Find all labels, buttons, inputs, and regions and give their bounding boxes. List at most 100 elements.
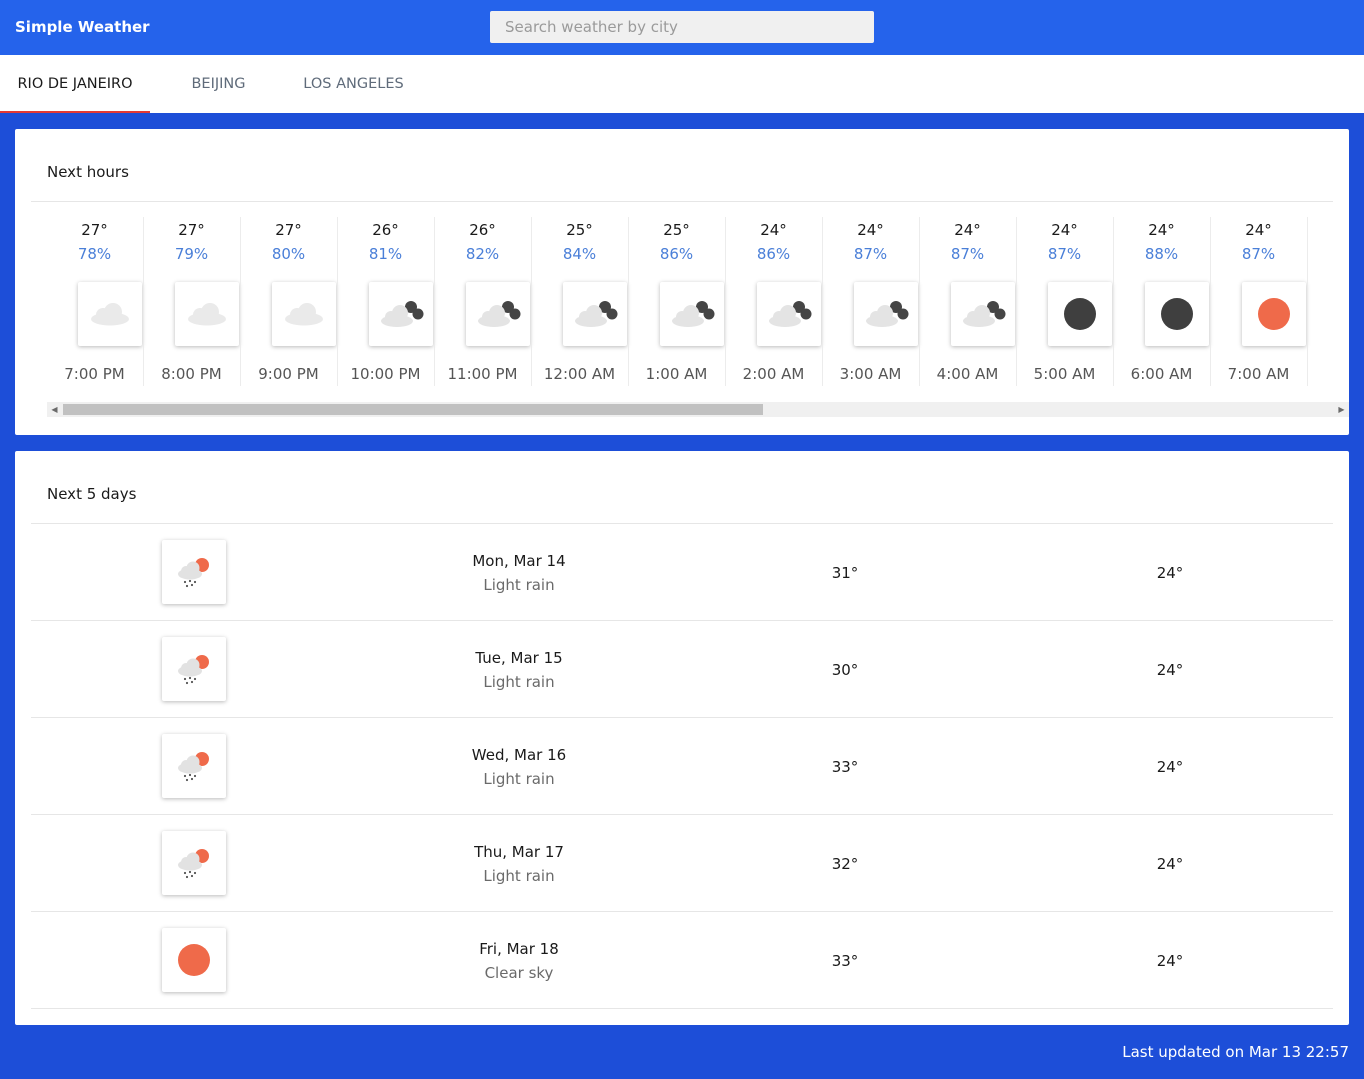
- rain-sun-icon: [178, 849, 209, 879]
- horizontal-scrollbar[interactable]: ◀ ▶: [47, 402, 1349, 417]
- hour-temperature: 24°: [1148, 221, 1175, 239]
- hour-item: 25° 84% 12:00 AM: [531, 217, 628, 397]
- hour-weather-icon-box: [1048, 282, 1112, 346]
- scrollbar-thumb[interactable]: [63, 404, 763, 415]
- daily-title: Next 5 days: [47, 485, 137, 503]
- cloudy-night-icon: [769, 301, 812, 327]
- day-max-temperature: 32°: [831, 855, 859, 873]
- hour-weather-icon-box: [272, 282, 336, 346]
- cloudy-night-icon: [866, 301, 909, 327]
- hour-separator: [143, 217, 144, 386]
- hour-time: 10:00 PM: [350, 365, 421, 383]
- hour-humidity: 86%: [659, 245, 694, 263]
- day-max-temperature: 30°: [831, 661, 859, 679]
- hour-weather-icon-box: [466, 282, 530, 346]
- hour-separator: [531, 217, 532, 386]
- day-date: Fri, Mar 18: [479, 940, 559, 958]
- cloudy-night-icon: [963, 301, 1006, 327]
- tab-beijing[interactable]: BEIJING: [150, 55, 287, 113]
- hour-time: 6:00 AM: [1130, 365, 1193, 383]
- hour-time: 8: [1307, 365, 1318, 383]
- hour-weather-icon-box: [1242, 282, 1306, 346]
- divider: [31, 201, 1333, 202]
- hour-temperature: 26°: [372, 221, 399, 239]
- day-min-temperature: 24°: [1156, 661, 1184, 679]
- app-title[interactable]: Simple Weather: [15, 0, 150, 55]
- hour-weather-icon-box: [563, 282, 627, 346]
- hour-time: 5:00 AM: [1033, 365, 1096, 383]
- day-date: Mon, Mar 14: [472, 552, 566, 570]
- cloudy-night-icon: [672, 301, 715, 327]
- hour-humidity: 78%: [77, 245, 112, 263]
- hour-temperature: 24°: [760, 221, 787, 239]
- hour-weather-icon-box: [369, 282, 433, 346]
- day-weather-icon-box: [162, 928, 226, 992]
- hour-item: 24° 87% 7:00 AM: [1210, 217, 1307, 397]
- hour-time: 8:00 PM: [161, 365, 222, 383]
- hour-time: 1:00 AM: [645, 365, 708, 383]
- cloud-icon: [91, 303, 129, 326]
- day-min-temperature: 24°: [1156, 952, 1184, 970]
- hour-time: 12:00 AM: [543, 365, 616, 383]
- moon-icon: [1161, 298, 1193, 330]
- day-row: Mon, Mar 14 Light rain 31° 24°: [31, 524, 1333, 621]
- hour-separator: [434, 217, 435, 386]
- hour-time: 7:00 AM: [1227, 365, 1290, 383]
- hour-item: 24° 86% 2:00 AM: [725, 217, 822, 397]
- day-date: Thu, Mar 17: [474, 843, 564, 861]
- rain-sun-icon: [178, 655, 209, 685]
- hour-separator: [1113, 217, 1114, 386]
- hour-weather-icon-box: [951, 282, 1015, 346]
- app-header: Simple Weather: [0, 0, 1364, 55]
- tab-rio-de-janeiro[interactable]: RIO DE JANEIRO: [0, 55, 150, 113]
- hour-humidity: 81%: [368, 245, 403, 263]
- scroll-left-arrow-icon[interactable]: ◀: [47, 402, 62, 417]
- hour-item: 27° 80% 9:00 PM: [240, 217, 337, 397]
- hour-separator: [725, 217, 726, 386]
- hour-separator: [1307, 217, 1308, 386]
- hour-item: 25° 86% 1:00 AM: [628, 217, 725, 397]
- day-weather-icon-box: [162, 540, 226, 604]
- hour-temperature: 25°: [663, 221, 690, 239]
- hour-temperature: 27°: [275, 221, 302, 239]
- cloud-icon: [188, 303, 226, 326]
- scroll-right-arrow-icon[interactable]: ▶: [1334, 402, 1349, 417]
- hour-temperature: 26°: [469, 221, 496, 239]
- day-date: Tue, Mar 15: [475, 649, 563, 667]
- day-weather-icon-box: [162, 734, 226, 798]
- day-weather-icon-box: [162, 831, 226, 895]
- hour-item: 27° 78% 7:00 PM: [46, 217, 143, 397]
- hour-temperature: 24°: [857, 221, 884, 239]
- moon-icon: [1064, 298, 1096, 330]
- hour-humidity: 79%: [174, 245, 209, 263]
- day-row: Thu, Mar 17 Light rain 32° 24°: [31, 815, 1333, 912]
- day-date: Wed, Mar 16: [471, 746, 567, 764]
- hour-item: 24° 87% 4:00 AM: [919, 217, 1016, 397]
- day-row: Wed, Mar 16 Light rain 33° 24°: [31, 718, 1333, 815]
- day-min-temperature: 24°: [1156, 758, 1184, 776]
- hour-item: 24° 87% 3:00 AM: [822, 217, 919, 397]
- hour-time: 9:00 PM: [258, 365, 319, 383]
- hour-humidity: 86%: [756, 245, 791, 263]
- day-max-temperature: 33°: [831, 952, 859, 970]
- hour-humidity: 87%: [950, 245, 985, 263]
- day-condition: Light rain: [483, 673, 555, 691]
- hour-weather-icon-box: [854, 282, 918, 346]
- tab-los-angeles[interactable]: LOS ANGELES: [287, 55, 420, 113]
- hour-temperature: 25°: [566, 221, 593, 239]
- rain-sun-icon: [178, 558, 209, 588]
- hour-item: 26° 82% 11:00 PM: [434, 217, 531, 397]
- day-min-temperature: 24°: [1156, 855, 1184, 873]
- hourly-scroll-area[interactable]: 27° 78% 7:00 PM 27° 79% 8:00 PM 27° 80% 9:00 PM 2…: [46, 217, 1318, 397]
- day-max-temperature: 31°: [831, 564, 859, 582]
- day-condition: Light rain: [483, 576, 555, 594]
- day-row: Tue, Mar 15 Light rain 30° 24°: [31, 621, 1333, 718]
- hour-weather-icon-box: [757, 282, 821, 346]
- hour-time: 4:00 AM: [936, 365, 999, 383]
- search-input[interactable]: [490, 11, 874, 43]
- hour-humidity: 88%: [1144, 245, 1179, 263]
- hourly-forecast-card: Next hours 27° 78% 7:00 PM 27° 79% 8:00 PM 27°…: [15, 129, 1349, 435]
- hour-humidity: 84%: [562, 245, 597, 263]
- last-updated: Last updated on Mar 13 22:57: [1122, 1043, 1349, 1061]
- hour-humidity: 87%: [853, 245, 888, 263]
